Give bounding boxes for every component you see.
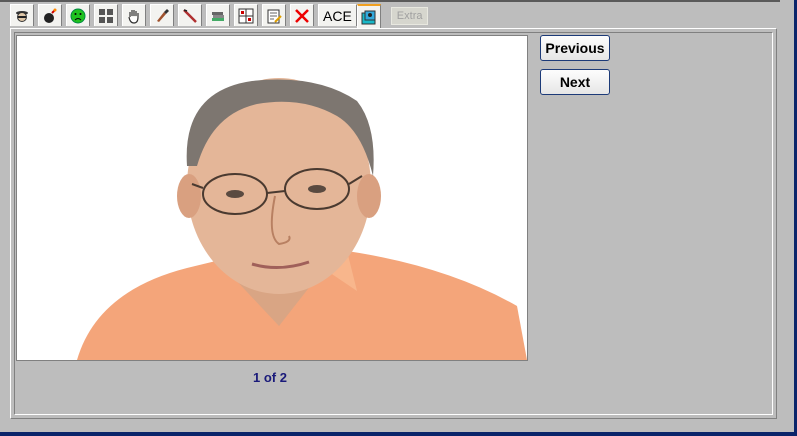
grid-faces-icon [99,8,113,23]
hand-icon [128,9,139,24]
page-counter: 1 of 2 [253,370,287,385]
tab-hand[interactable] [122,4,146,26]
sad-face-icon [70,8,86,23]
note-edit-icon [267,9,282,23]
tab-ace-label: ACE [323,7,352,24]
tab-note-edit[interactable] [262,4,286,26]
tab-sad-face[interactable] [66,4,90,26]
pen-icon [183,8,197,23]
spy-face-icon [16,10,28,22]
bomb-icon [44,8,57,23]
tab-photo[interactable] [356,4,381,29]
tab-grid-faces[interactable] [94,4,118,26]
person-photo [16,35,528,361]
tab-paint-brush[interactable] [150,4,174,26]
portrait-image [17,36,527,360]
tab-stack-books[interactable] [206,4,230,26]
photo-icon [361,10,376,24]
red-x-icon [295,8,309,23]
tab-ace[interactable]: ACE [318,4,357,26]
next-button[interactable]: Next [540,69,610,95]
toolbar-tabs: ACE Extra [10,4,432,29]
tab-red-x[interactable] [290,4,314,26]
stack-books-icon [212,11,224,21]
window-top-edge [0,0,780,2]
previous-button[interactable]: Previous [540,35,610,61]
window-bottom-edge [0,432,797,436]
tab-pen[interactable] [178,4,202,26]
paint-brush-icon [157,8,169,22]
chart-grid-icon [238,8,254,23]
viewer-window: ACE Extra Previous Next 1 of 2 [0,0,797,432]
tab-spy-face[interactable] [10,4,34,26]
tab-chart-grid[interactable] [234,4,258,26]
tab-extra-label: Extra [396,10,423,22]
tab-bomb[interactable] [38,4,62,26]
tab-extra: Extra [390,7,429,25]
